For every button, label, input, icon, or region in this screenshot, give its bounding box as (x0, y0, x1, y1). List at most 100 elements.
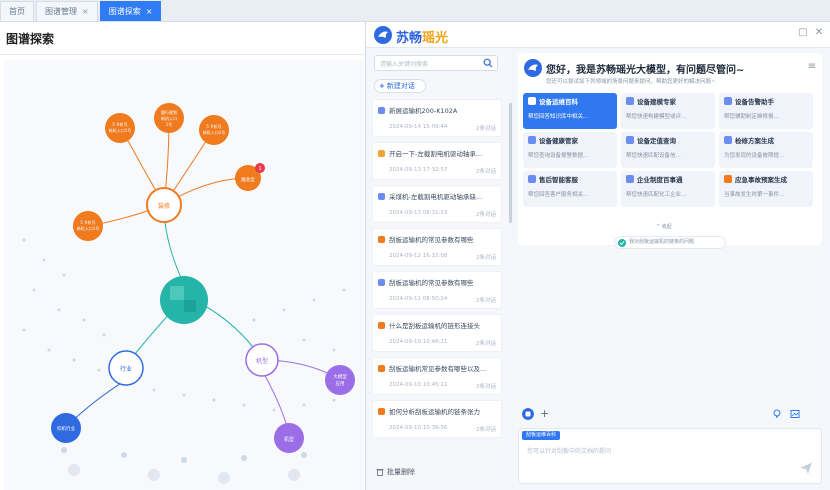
list-item[interactable]: 什么是刮板运输机的链形连接头 2024-09-10 10:46:21 2条对话 (372, 314, 502, 352)
tab-graph-explore[interactable]: 图谱探索 × (99, 1, 162, 22)
node-label: 5 #机号 (80, 219, 95, 225)
policy-icon (626, 175, 634, 183)
assistant-header: 苏畅瑶光 ▢ ✕ (366, 22, 830, 48)
chart-icon (378, 322, 385, 329)
close-icon[interactable]: × (82, 2, 89, 22)
tab-label: 首页 (9, 6, 25, 16)
knowledge-graph-canvas[interactable]: 装修 5 #机号 新机入口1号 酸行规划 新机入口 1号 5 #机号 新机入口1… (4, 60, 364, 490)
card-title: 设备建模专家 (637, 98, 676, 106)
card-title: 企业制度百事通 (637, 176, 683, 184)
conversation-date: 2024-09-11 08:50:24 (389, 296, 448, 302)
chart-icon (378, 365, 385, 372)
grid-icon (378, 279, 385, 286)
tab-graph-management[interactable]: 图谱管理 × (36, 1, 98, 21)
list-item[interactable]: 刮板运输机的常见参数有哪些 2024-09-11 08:50:24 2条对话 (372, 271, 502, 309)
brand-title: 苏畅瑶光 (396, 27, 448, 46)
assistant-panel: 苏畅瑶光 ▢ ✕ 请输入关键词搜索 + 新建对话 新展运输机200-K102A 2… (365, 22, 830, 490)
graph-node-orange[interactable]: 5 #机号 新机入口1号 (73, 211, 103, 241)
close-icon[interactable]: × (146, 2, 153, 22)
lightbulb-icon[interactable] (772, 409, 782, 419)
message-input[interactable]: 刮板运维百科 您可以针对刮板中的文档的提问 (518, 428, 822, 484)
node-label: 新机入口1号 (77, 225, 100, 231)
conversation-date: 2024-09-13 17:32:57 (389, 167, 448, 173)
node-label: 新机入口1号 (203, 129, 226, 135)
node-label: 大模型 (333, 373, 347, 380)
maximize-icon[interactable]: ▢ (798, 28, 808, 38)
image-icon[interactable] (790, 409, 800, 419)
conversation-title: 采煤机-左截割电机驱动轴承缺... (389, 193, 483, 201)
conversation-list: 新展运输机200-K102A 2024-09-14 15:09:44 2条对话 … (372, 99, 504, 459)
scenario-card[interactable]: 设备健康管家 帮您查询设备报警数据... (523, 132, 617, 168)
card-desc: 帮您查询设备报警数据... (528, 153, 589, 159)
add-icon[interactable]: + (540, 408, 549, 420)
conversation-title: 如何分析刮板运输机的链条张力 (389, 408, 480, 416)
tab-home[interactable]: 首页 (0, 1, 34, 21)
card-title: 设备运维百科 (539, 98, 578, 106)
collapse-button[interactable]: ^ 收起 (656, 223, 672, 230)
scenario-card[interactable]: 设备建模专家 帮您快速构建模型或评... (621, 93, 715, 129)
node-label: 5 #机号 (112, 121, 127, 127)
node-label: 新机入口 (161, 115, 177, 121)
card-desc: 帮您辅助制定维修报... (724, 114, 779, 120)
graph-node-model2[interactable]: 机型 (274, 423, 304, 453)
graph-node-orange[interactable]: 5 #机号 新机入口1号 (105, 113, 135, 143)
new-chat-label: 新建对话 (386, 82, 415, 90)
conversation-count: 2条对话 (476, 341, 496, 347)
tab-bar: 首页 图谱管理 × 图谱探索 × (0, 0, 830, 22)
input-placeholder: 您可以针对刮板中的文档的提问 (527, 448, 612, 455)
menu-icon[interactable]: ≡ (808, 61, 816, 72)
graph-node-llm-app[interactable]: 大模型 应用 (325, 365, 355, 395)
scenario-card[interactable]: 售后智能客服 帮您回答客户服务相关... (523, 171, 617, 207)
graph-node-orange[interactable]: 酸行规划 新机入口 1号 (154, 103, 184, 133)
graph-node-orange[interactable]: 酸盐型 1 (235, 163, 265, 191)
close-icon[interactable]: ✕ (814, 28, 824, 38)
card-desc: 为您发现的设备故障提... (724, 153, 785, 159)
conversation-count: 2条对话 (476, 384, 496, 390)
divider (0, 54, 365, 55)
conversation-date: 2024-09-10 10:39:56 (389, 425, 448, 431)
scenario-card[interactable]: 设备定值查询 帮您快速匹配设备信... (621, 132, 715, 168)
scrollbar[interactable] (509, 103, 512, 223)
conversation-count: 2条对话 (476, 298, 496, 304)
scenario-card[interactable]: 应急事故预案生成 当事故发生时第一事件... (719, 171, 813, 207)
notice-text: 我对刮板运输机的链条的问题 (629, 239, 695, 245)
conversation-date: 2024-09-10 10:46:21 (389, 339, 448, 345)
welcome-subtitle: 您还可以尝试如下列领域的场景问题来提问，帮助您更好的解决问题~ (546, 79, 716, 85)
list-item[interactable]: 新展运输机200-K102A 2024-09-14 15:09:44 2条对话 (372, 99, 502, 137)
list-item[interactable]: 如何分析刮板运输机的链条张力 2024-09-10 10:39:56 2条对话 (372, 400, 502, 438)
brand-main: 苏畅 (396, 31, 423, 46)
graph-node-orange[interactable]: 5 #机号 新机入口1号 (199, 115, 229, 145)
conversation-title: 刮板运输机的常见参数有哪些 (389, 279, 474, 287)
knowledge-base-chip[interactable]: 刮板运维百科 (522, 431, 561, 440)
page-title: 图谱探索 (6, 32, 55, 46)
query-icon (626, 136, 634, 144)
scenario-card[interactable]: 设备告警助手 帮您辅助制定维修报... (719, 93, 813, 129)
list-item[interactable]: 开启一下-左截割电机驱动轴承... 2024-09-13 17:32:57 2条… (372, 142, 502, 180)
health-icon (528, 136, 536, 144)
batch-delete-button[interactable]: 批量删除 (376, 467, 415, 477)
graph-node-decoration[interactable]: 装修 (146, 187, 182, 223)
list-item[interactable]: 采煤机-左截割电机驱动轴承缺... 2024-09-13 08:31:13 2条… (372, 185, 502, 223)
search-icon[interactable] (483, 58, 493, 68)
badge-count: 1 (258, 166, 261, 172)
scenario-card[interactable]: 设备运维百科 帮您回答知识库中相关... (523, 93, 617, 129)
node-label: 装修 (158, 202, 170, 210)
graph-node-center[interactable] (160, 276, 208, 324)
conversation-title: 刮板运输机的常见参数有哪些 (389, 236, 474, 244)
notice-pill: 我对刮板运输机的链条的问题 (614, 236, 726, 249)
graph-node-industry[interactable]: 行业 (108, 350, 144, 386)
scenario-card[interactable]: 检修方案生成 为您发现的设备故障提... (719, 132, 813, 168)
list-item[interactable]: 刮板运输机的常见参数有哪些 2024-09-12 16:32:08 2条对话 (372, 228, 502, 266)
bot-toggle-icon[interactable] (522, 408, 534, 420)
list-item[interactable]: 刮板运输机常见参数有哪些以及... 2024-09-10 10:45:11 2条… (372, 357, 502, 395)
chat-area: 您好，我是苏畅瑶光大模型，有问题尽管问~ 您还可以尝试如下列领域的场景问题来提问… (514, 51, 825, 487)
conversation-sidebar: 请输入关键词搜索 + 新建对话 新展运输机200-K102A 2024-09-14… (370, 51, 512, 487)
graph-node-model[interactable]: 机型 (245, 343, 279, 377)
send-icon[interactable] (799, 461, 813, 475)
new-chat-button[interactable]: + 新建对话 (374, 79, 426, 93)
chat-icon (378, 193, 385, 200)
scenario-card[interactable]: 企业制度百事通 帮您快速匹配化工企业... (621, 171, 715, 207)
graph-node-mining[interactable]: 综机行业 (51, 413, 81, 443)
search-input[interactable]: 请输入关键词搜索 (374, 55, 498, 71)
conversation-title: 什么是刮板运输机的链形连接头 (389, 322, 480, 330)
